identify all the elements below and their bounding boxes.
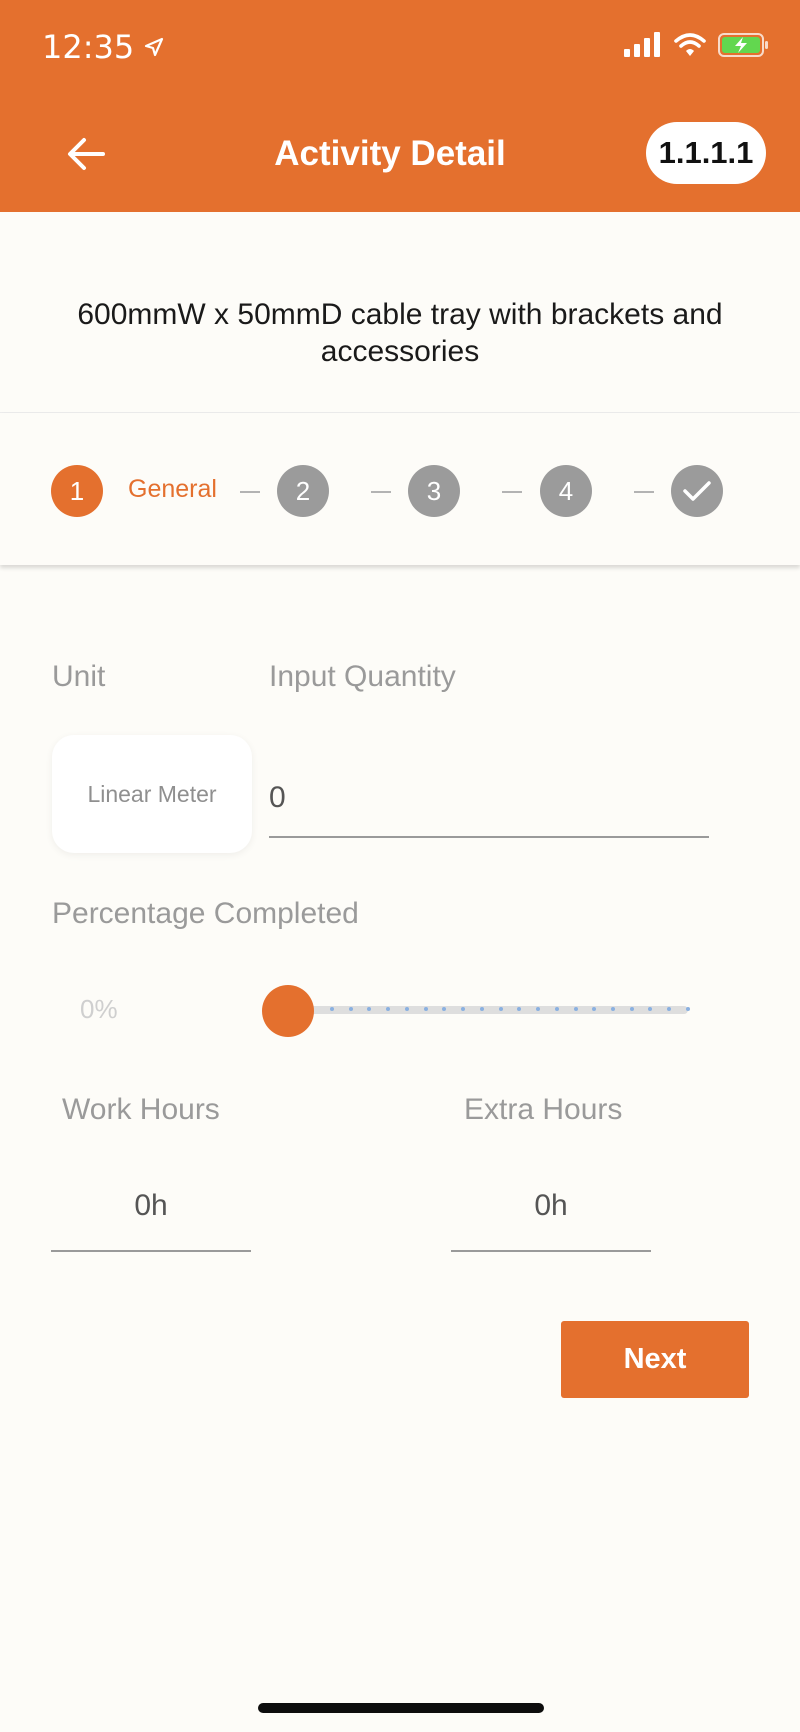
status-bar-indicators xyxy=(624,32,770,58)
step-final[interactable] xyxy=(671,465,723,517)
unit-label: Unit xyxy=(52,660,106,693)
percentage-value: 0% xyxy=(80,994,118,1024)
battery-charging-icon xyxy=(718,33,768,57)
location-arrow-icon xyxy=(145,37,164,57)
step-1[interactable]: 1 xyxy=(51,465,103,517)
step-4[interactable]: 4 xyxy=(540,465,592,517)
status-bar-time: 12:35 xyxy=(42,28,166,66)
step-connector xyxy=(634,491,654,493)
step-4-number: 4 xyxy=(558,475,574,506)
app-header: 12:35 Activity Detail 1.1.1.1 xyxy=(0,0,800,212)
quantity-input[interactable] xyxy=(269,760,709,838)
extra-hours-label: Extra Hours xyxy=(464,1093,623,1126)
percentage-slider-thumb[interactable] xyxy=(262,985,314,1037)
home-indicator xyxy=(258,1703,544,1713)
step-progress: 1 General 2 3 4 xyxy=(0,413,800,565)
step-connector xyxy=(240,491,260,493)
extra-hours-input[interactable] xyxy=(451,1162,651,1252)
step-2-number: 2 xyxy=(295,475,311,506)
cellular-signal-icon xyxy=(624,32,660,57)
check-icon xyxy=(683,481,711,501)
wifi-icon xyxy=(674,33,706,56)
unit-value: Linear Meter xyxy=(87,780,217,807)
unit-selector[interactable]: Linear Meter xyxy=(52,735,252,853)
percentage-completed-label: Percentage Completed xyxy=(52,897,359,930)
step-connector xyxy=(502,491,522,493)
step-connector xyxy=(371,491,391,493)
status-time-text: 12:35 xyxy=(42,28,135,66)
step-1-label: General xyxy=(128,475,217,503)
version-badge: 1.1.1.1 xyxy=(646,122,766,184)
work-hours-input[interactable] xyxy=(51,1162,251,1252)
step-2[interactable]: 2 xyxy=(277,465,329,517)
step-1-number: 1 xyxy=(69,475,85,506)
work-hours-label: Work Hours xyxy=(62,1093,220,1126)
input-quantity-label: Input Quantity xyxy=(269,660,456,693)
step-3-number: 3 xyxy=(426,475,442,506)
activity-description: 600mmW x 50mmD cable tray with brackets … xyxy=(77,298,723,368)
next-button[interactable]: Next xyxy=(561,1321,749,1398)
slider-tick-marks xyxy=(330,1007,690,1013)
step-3[interactable]: 3 xyxy=(408,465,460,517)
